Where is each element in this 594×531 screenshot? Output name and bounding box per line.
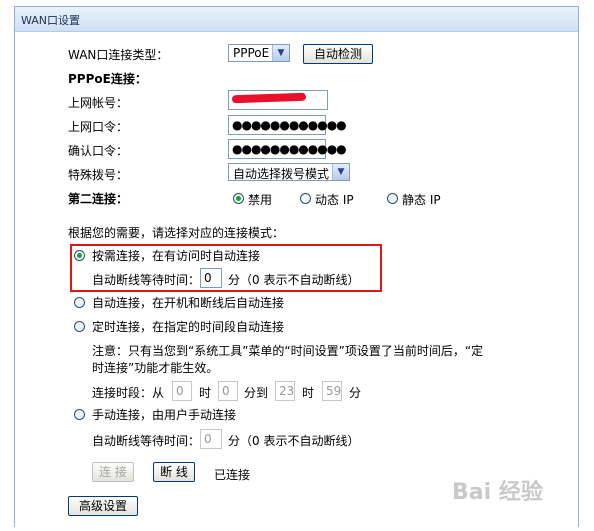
mode-manual-radio[interactable] xyxy=(74,409,85,420)
second-conn-static-radio[interactable] xyxy=(387,193,398,204)
period-label: 连接时段：从 xyxy=(92,386,165,400)
password-mask: ●●●●●●●●●●●● xyxy=(232,118,347,132)
advanced-settings-button[interactable]: 高级设置 xyxy=(68,496,138,516)
idle-wait-hint: 分（0 表示不自动断线） xyxy=(228,273,360,287)
hour-unit-2: 时 xyxy=(302,386,315,400)
mode-manual-label: 手动连接，由用户手动连接 xyxy=(92,408,237,422)
panel-titlebar: WAN口设置 xyxy=(15,7,578,32)
idle-wait-label: 自动断线等待时间： xyxy=(92,273,201,287)
password-input[interactable]: ●●●●●●●●●●●● xyxy=(228,115,347,135)
mode-timed-label: 定时连接，在指定的时间段自动连接 xyxy=(92,320,285,334)
note-line-2: 时连接”功能才能生效。 xyxy=(92,361,219,375)
confirm-label: 确认口令： xyxy=(68,144,129,158)
mode-timed-radio[interactable] xyxy=(74,321,85,332)
note-line-1: 注意：只有当您到“系统工具”菜单的“时间设置”项设置了当前时间后，“定 xyxy=(92,344,484,358)
period-from-hour-input[interactable]: 0 xyxy=(172,381,192,401)
connect-button[interactable]: 连 接 xyxy=(92,462,134,482)
disconnect-button[interactable]: 断 线 xyxy=(153,462,195,482)
password-label: 上网口令： xyxy=(68,120,129,134)
to-label: 分到 xyxy=(244,386,269,400)
period-to-hour-input[interactable]: 23 xyxy=(275,381,295,401)
mode-on-demand-radio[interactable] xyxy=(74,250,85,261)
period-to-minute-value: 59 xyxy=(326,384,342,398)
panel-title: WAN口设置 xyxy=(21,14,81,27)
special-dial-label: 特殊拨号： xyxy=(68,168,129,182)
second-conn-dynamic-radio[interactable] xyxy=(300,193,311,204)
second-conn-disable-radio[interactable] xyxy=(233,193,244,204)
idle-wait-value: 0 xyxy=(204,271,212,285)
minute-unit: 分 xyxy=(349,386,362,400)
mode-prompt: 根据您的需要，请选择对应的连接模式： xyxy=(68,226,285,240)
pppoe-heading: PPPoE连接： xyxy=(68,72,147,86)
period-to-minute-input[interactable]: 59 xyxy=(322,381,342,401)
period-from-hour-value: 0 xyxy=(176,384,184,398)
hour-unit-1: 时 xyxy=(199,386,212,400)
mode-on-demand-label: 按需连接，在有访问时自动连接 xyxy=(92,249,261,263)
period-to-hour-value: 23 xyxy=(279,384,295,398)
second-conn-disable-label: 禁用 xyxy=(248,193,273,207)
mode-auto-radio[interactable] xyxy=(74,297,85,308)
period-from-minute-input[interactable]: 0 xyxy=(218,381,238,401)
account-label: 上网帐号： xyxy=(68,96,129,110)
conn-type-select[interactable]: PPPoE ▼ xyxy=(228,44,290,62)
special-dial-select[interactable]: 自动选择拨号模式 ▼ xyxy=(228,163,350,181)
second-conn-label: 第二连接： xyxy=(68,192,129,206)
second-conn-dynamic-label: 动态 IP xyxy=(315,193,354,207)
chevron-down-icon: ▼ xyxy=(332,164,349,180)
confirm-mask: ●●●●●●●●●●●● xyxy=(232,142,347,156)
conn-type-value: PPPoE xyxy=(233,46,270,60)
period-from-minute-value: 0 xyxy=(222,384,230,398)
auto-detect-button[interactable]: 自动检测 xyxy=(303,44,373,64)
second-conn-static-label: 静态 IP xyxy=(402,193,441,207)
manual-idle-hint: 分（0 表示不自动断线） xyxy=(228,434,360,448)
conn-type-label: WAN口连接类型： xyxy=(68,48,169,62)
confirm-password-input[interactable]: ●●●●●●●●●●●● xyxy=(228,139,347,159)
manual-idle-label: 自动断线等待时间： xyxy=(92,434,201,448)
mode-auto-label: 自动连接，在开机和断线后自动连接 xyxy=(92,296,285,310)
special-dial-value: 自动选择拨号模式 xyxy=(233,167,330,181)
manual-idle-value: 0 xyxy=(204,432,212,446)
idle-wait-input[interactable]: 0 xyxy=(200,268,222,288)
chevron-down-icon: ▼ xyxy=(272,45,289,61)
manual-idle-input[interactable]: 0 xyxy=(200,429,222,449)
connection-status: 已连接 xyxy=(214,468,251,482)
watermark-logo: Bai 经验 xyxy=(452,480,543,505)
